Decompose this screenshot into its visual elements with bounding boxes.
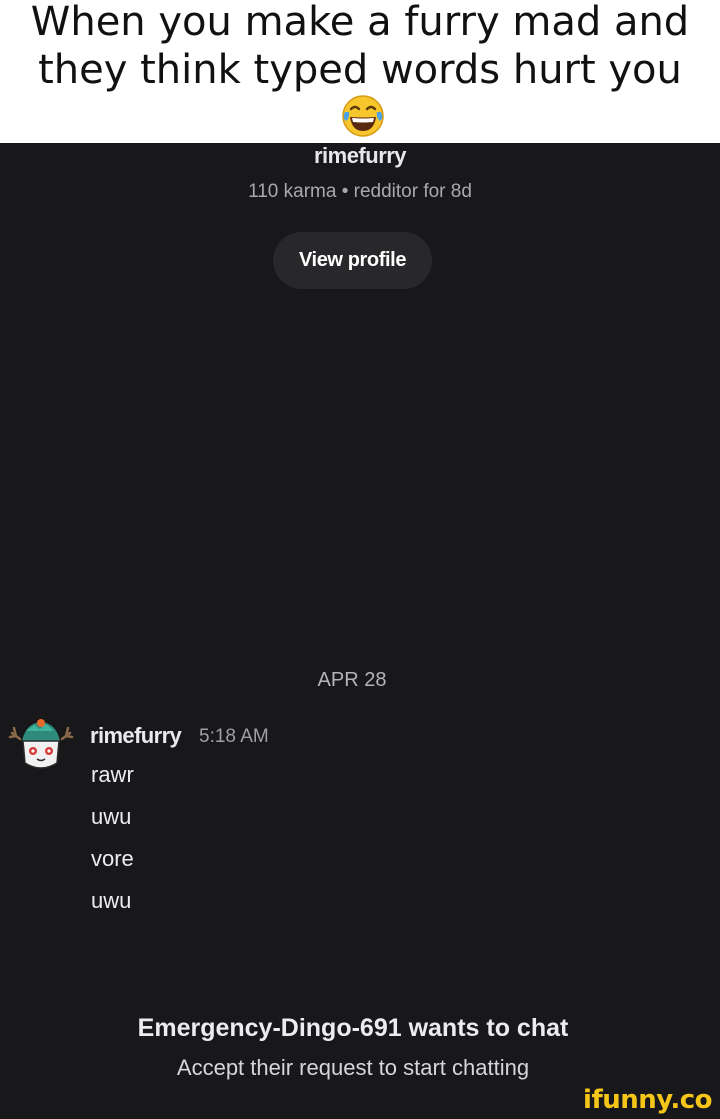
chat-request-title: Emergency-Dingo-691 wants to chat xyxy=(137,1014,569,1042)
message-author[interactable]: rimefurry xyxy=(90,723,182,749)
chat-screen: rimefurry 110 karma • redditor for 8d Vi… xyxy=(0,143,720,1119)
message-timestamp: 5:18 AM xyxy=(199,726,269,747)
chat-request-subtitle: Accept their request to start chatting xyxy=(176,1055,530,1080)
message-line: vore xyxy=(91,846,134,871)
message-line: uwu xyxy=(91,804,132,829)
caption-text-container: When you make a furry mad and they think… xyxy=(15,0,705,142)
ifunny-watermark: ifunny.co xyxy=(583,1085,712,1115)
meme-caption: When you make a furry mad and they think… xyxy=(0,0,720,143)
message-line: rawr xyxy=(91,762,134,787)
profile-meta: 110 karma • redditor for 8d xyxy=(248,181,472,202)
avatar[interactable] xyxy=(8,713,74,779)
tears-of-joy-emoji-icon xyxy=(342,94,384,137)
page: When you make a furry mad and they think… xyxy=(0,0,720,1119)
view-profile-button[interactable]: View profile xyxy=(273,232,432,289)
profile-username: rimefurry xyxy=(313,143,407,168)
caption-text: When you make a furry mad and they think… xyxy=(30,0,690,93)
message-line: uwu xyxy=(91,888,132,913)
date-separator: APR 28 xyxy=(317,669,387,691)
